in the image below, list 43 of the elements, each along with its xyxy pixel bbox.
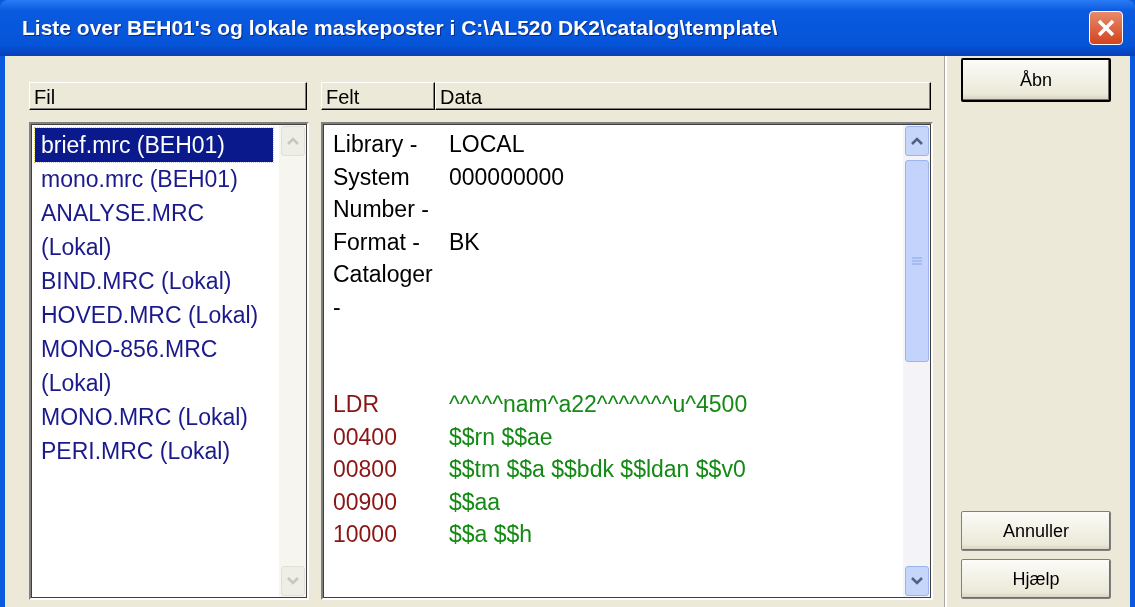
- file-item[interactable]: BIND.MRC (Lokal): [35, 264, 273, 298]
- up-chevron-icon: [287, 137, 299, 145]
- down-chevron-icon: [287, 577, 299, 585]
- scrollbar[interactable]: [903, 124, 931, 598]
- close-icon: [1096, 18, 1116, 38]
- field-cell-text: Cataloger -: [333, 260, 434, 322]
- close-button[interactable]: [1089, 11, 1123, 45]
- file-item[interactable]: ANALYSE.MRC (Lokal): [35, 196, 273, 264]
- cancel-button[interactable]: Annuller: [961, 511, 1111, 551]
- field-cell-text: System Number -: [333, 162, 430, 224]
- open-button[interactable]: Åbn: [961, 58, 1111, 102]
- data-cell-text: ^^^^^nam^a22^^^^^^^u^4500: [449, 390, 749, 419]
- data-cell-text: 000000000: [449, 162, 566, 192]
- data-cell-text: $$a $$h: [449, 520, 534, 549]
- field-cell-text: 00400: [333, 422, 398, 452]
- data-cell-text: BK: [449, 227, 481, 257]
- data-cell-text: $$aa: [449, 487, 502, 517]
- column-header[interactable]: Felt: [321, 82, 435, 110]
- field-cell-text: 00800: [333, 455, 398, 484]
- help-button[interactable]: Hjælp: [961, 559, 1111, 599]
- file-item[interactable]: HOVED.MRC (Lokal): [35, 298, 273, 332]
- scroll-up-button[interactable]: [905, 126, 929, 156]
- grip-icon: [912, 257, 922, 265]
- up-chevron-icon: [911, 137, 923, 145]
- window-title: Liste over BEH01's og lokale maskeposter i C:\AL520 DK2\catalog\template\: [22, 16, 778, 40]
- file-item[interactable]: MONO-856.MRC (Lokal): [35, 332, 273, 400]
- data-cell-text: LOCAL: [449, 130, 526, 159]
- file-item[interactable]: mono.mrc (BEH01): [35, 162, 273, 196]
- scroll-down-button[interactable]: [905, 566, 929, 596]
- down-chevron-icon: [911, 577, 923, 585]
- field-cell-text: LDR: [333, 390, 380, 419]
- column-header[interactable]: Data: [435, 82, 931, 110]
- data-cell-text: $$rn $$ae: [449, 422, 554, 452]
- file-item[interactable]: PERI.MRC (Lokal): [35, 434, 273, 468]
- field-cell-text: 10000: [333, 520, 398, 549]
- file-item[interactable]: brief.mrc (BEH01): [35, 128, 273, 162]
- field-cell-text: Format -: [333, 227, 421, 257]
- field-cell-text: 00900: [333, 487, 398, 517]
- data-cell-text: $$tm $$a $$bdk $$ldan $$v0: [449, 455, 747, 484]
- field-cell-text: Library -: [333, 130, 419, 159]
- scroll-thumb[interactable]: [905, 160, 929, 362]
- file-item[interactable]: MONO.MRC (Lokal): [35, 400, 273, 434]
- column-header[interactable]: Fil: [29, 82, 307, 110]
